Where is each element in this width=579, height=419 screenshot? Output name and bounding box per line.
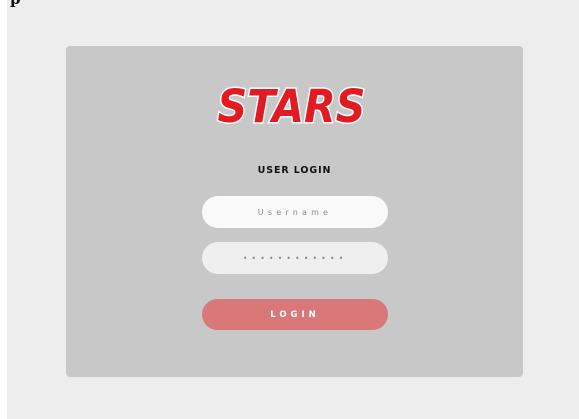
- clipped-top-text: p: [10, 0, 21, 7]
- password-input[interactable]: [202, 242, 388, 274]
- stars-logo-text: STARS: [218, 80, 366, 132]
- username-input[interactable]: [202, 196, 388, 228]
- login-title: USER LOGIN: [257, 165, 332, 176]
- login-card: STARS USER LOGIN LOGIN: [66, 46, 523, 377]
- stars-logo: STARS: [213, 78, 370, 133]
- login-button[interactable]: LOGIN: [202, 299, 388, 330]
